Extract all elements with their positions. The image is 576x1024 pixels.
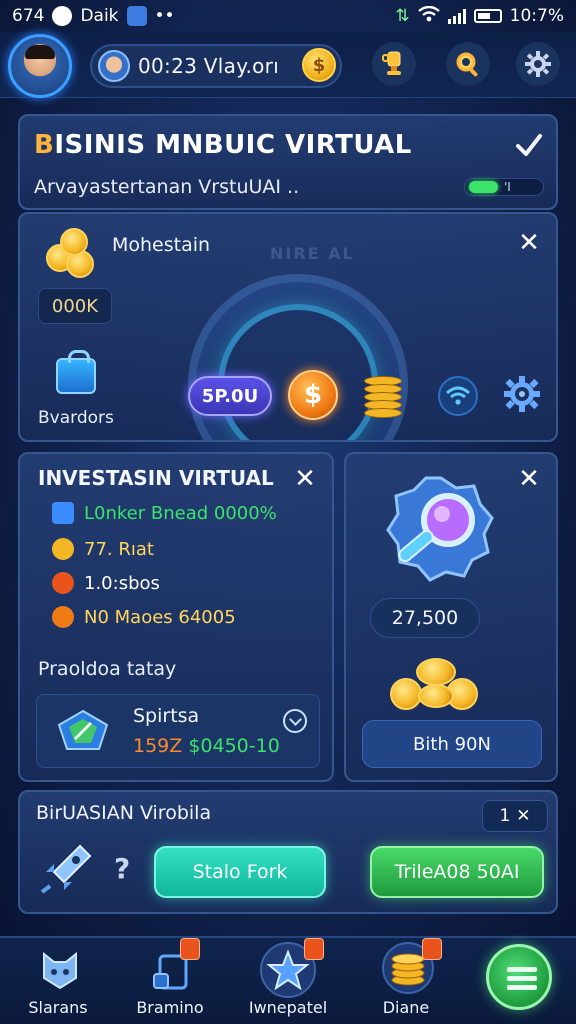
nav-label: Bramino xyxy=(136,998,204,1017)
nav-label: Diane xyxy=(382,998,430,1017)
money-panel: NIRE AL Mohestain 000K ✕ Bvardors 5P.0U … xyxy=(18,212,558,442)
close-icon[interactable]: ✕ xyxy=(292,466,318,492)
gold-coins-icon xyxy=(390,654,486,724)
wifi-icon[interactable] xyxy=(438,376,478,416)
menu-button[interactable] xyxy=(486,944,552,1010)
avatar[interactable] xyxy=(8,34,72,98)
status-app-text: Daik xyxy=(80,6,119,26)
bottom-nav: Slarans Bramino Iwnepatel Diane xyxy=(0,936,576,1024)
page-subtitle: Arvayastertanan VrstuUAI .. xyxy=(34,176,300,198)
trilea-button[interactable]: TrileA08 50AI xyxy=(370,846,544,898)
nav-item-slarans[interactable]: Slarans xyxy=(8,938,108,1024)
signal-icon xyxy=(447,8,466,24)
stack-icon xyxy=(52,502,74,524)
close-icon: ✕ xyxy=(516,806,531,826)
progress-label: 'I xyxy=(504,180,511,194)
nav-item-iwnepatel[interactable]: Iwnepatel xyxy=(238,938,338,1024)
coin-icon xyxy=(52,606,74,628)
help-icon[interactable]: ? xyxy=(114,852,130,885)
coins-icon xyxy=(44,228,104,278)
card-value: 159Z $0450-10 xyxy=(133,735,280,757)
notification-icon xyxy=(52,6,73,26)
chevron-down-icon[interactable] xyxy=(283,709,307,733)
coin-pile-icon[interactable] xyxy=(362,372,406,420)
wifi-icon xyxy=(417,5,440,27)
search-icon[interactable] xyxy=(446,42,490,86)
card-title: Spirtsa xyxy=(133,705,200,727)
battery-icon xyxy=(473,9,502,23)
data-icon: ⇅ xyxy=(395,6,410,26)
close-icon[interactable]: ✕ xyxy=(516,230,542,256)
invest-title: INVESTASIN VIRTUAL xyxy=(38,466,274,490)
value-pill: 27,500 xyxy=(370,598,480,638)
app-icon xyxy=(126,6,147,26)
progress-bar: 'I xyxy=(464,178,544,196)
bag-label: Bvardors xyxy=(38,408,114,428)
stalo-fork-button[interactable]: Stalo Fork xyxy=(154,846,326,898)
amount-pill[interactable]: 5P.0U xyxy=(188,376,272,416)
title-panel: BISINIS MNBUIC VIRTUAL Arvayastertanan V… xyxy=(18,114,558,210)
close-icon[interactable]: ✕ xyxy=(516,466,542,492)
nav-item-diane[interactable]: Diane xyxy=(356,938,456,1024)
rocket-icon[interactable] xyxy=(40,842,94,894)
shopping-bag-icon[interactable] xyxy=(56,350,96,394)
invest-row: 77. Rıat xyxy=(52,538,154,560)
badge-icon xyxy=(304,938,324,960)
buy-button[interactable]: Bith 90N xyxy=(362,720,542,768)
invest-subheading: Praoldoa tatay xyxy=(38,658,177,680)
cat-icon xyxy=(43,951,77,990)
trophy-icon[interactable] xyxy=(372,42,416,86)
badge-icon xyxy=(422,938,442,960)
coin-icon[interactable]: $ xyxy=(302,48,336,82)
check-icon[interactable] xyxy=(514,130,544,160)
search-panel: ✕ 27,500 Bith 90N xyxy=(344,452,558,782)
progress-fill xyxy=(469,181,498,193)
nav-item-bramino[interactable]: Bramino xyxy=(120,938,220,1024)
magnifier-badge-icon xyxy=(386,476,494,582)
page-title: BISINIS MNBUIC VIRTUAL xyxy=(34,130,412,160)
bottom-title: BirUASIAN Virobila xyxy=(36,802,212,824)
invest-row: L0nker Bnead 0000% xyxy=(52,502,277,524)
player-mini-avatar xyxy=(98,50,130,82)
invest-panel: INVESTASIN VIRTUAL ✕ L0nker Bnead 0000% … xyxy=(18,452,334,782)
flame-icon xyxy=(52,572,74,594)
coin-icon xyxy=(52,538,74,560)
nav-label: Iwnepatel xyxy=(248,998,328,1017)
badge-icon xyxy=(180,938,200,960)
status-time: 10:7% xyxy=(509,6,564,26)
gem-icon xyxy=(57,709,109,750)
player-name: 00:23 Vlay.orı xyxy=(138,54,280,78)
invest-row: N0 Maoes 64005 xyxy=(52,606,236,628)
watermark: NIRE AL xyxy=(270,244,355,263)
money-label: Mohestain xyxy=(112,234,211,256)
more-dots-icon: •• xyxy=(154,6,175,26)
settings-gear-icon[interactable] xyxy=(516,42,560,86)
gear-icon[interactable] xyxy=(502,374,542,414)
dismiss-button[interactable]: 1 ✕ xyxy=(482,800,548,832)
status-bar: 674 Daik •• ⇅ 10:7% xyxy=(0,0,576,32)
status-left-text: 674 xyxy=(12,6,45,26)
money-value: 000K xyxy=(38,288,112,324)
bottom-panel: BirUASIAN Virobila 1 ✕ ? Stalo Fork Trile… xyxy=(18,790,558,914)
dollar-button[interactable]: $ xyxy=(288,370,338,420)
invest-card[interactable]: Spirtsa 159Z $0450-10 xyxy=(36,694,320,768)
invest-row: 1.0:sbos xyxy=(52,572,160,594)
nav-label: Slarans xyxy=(28,998,88,1017)
